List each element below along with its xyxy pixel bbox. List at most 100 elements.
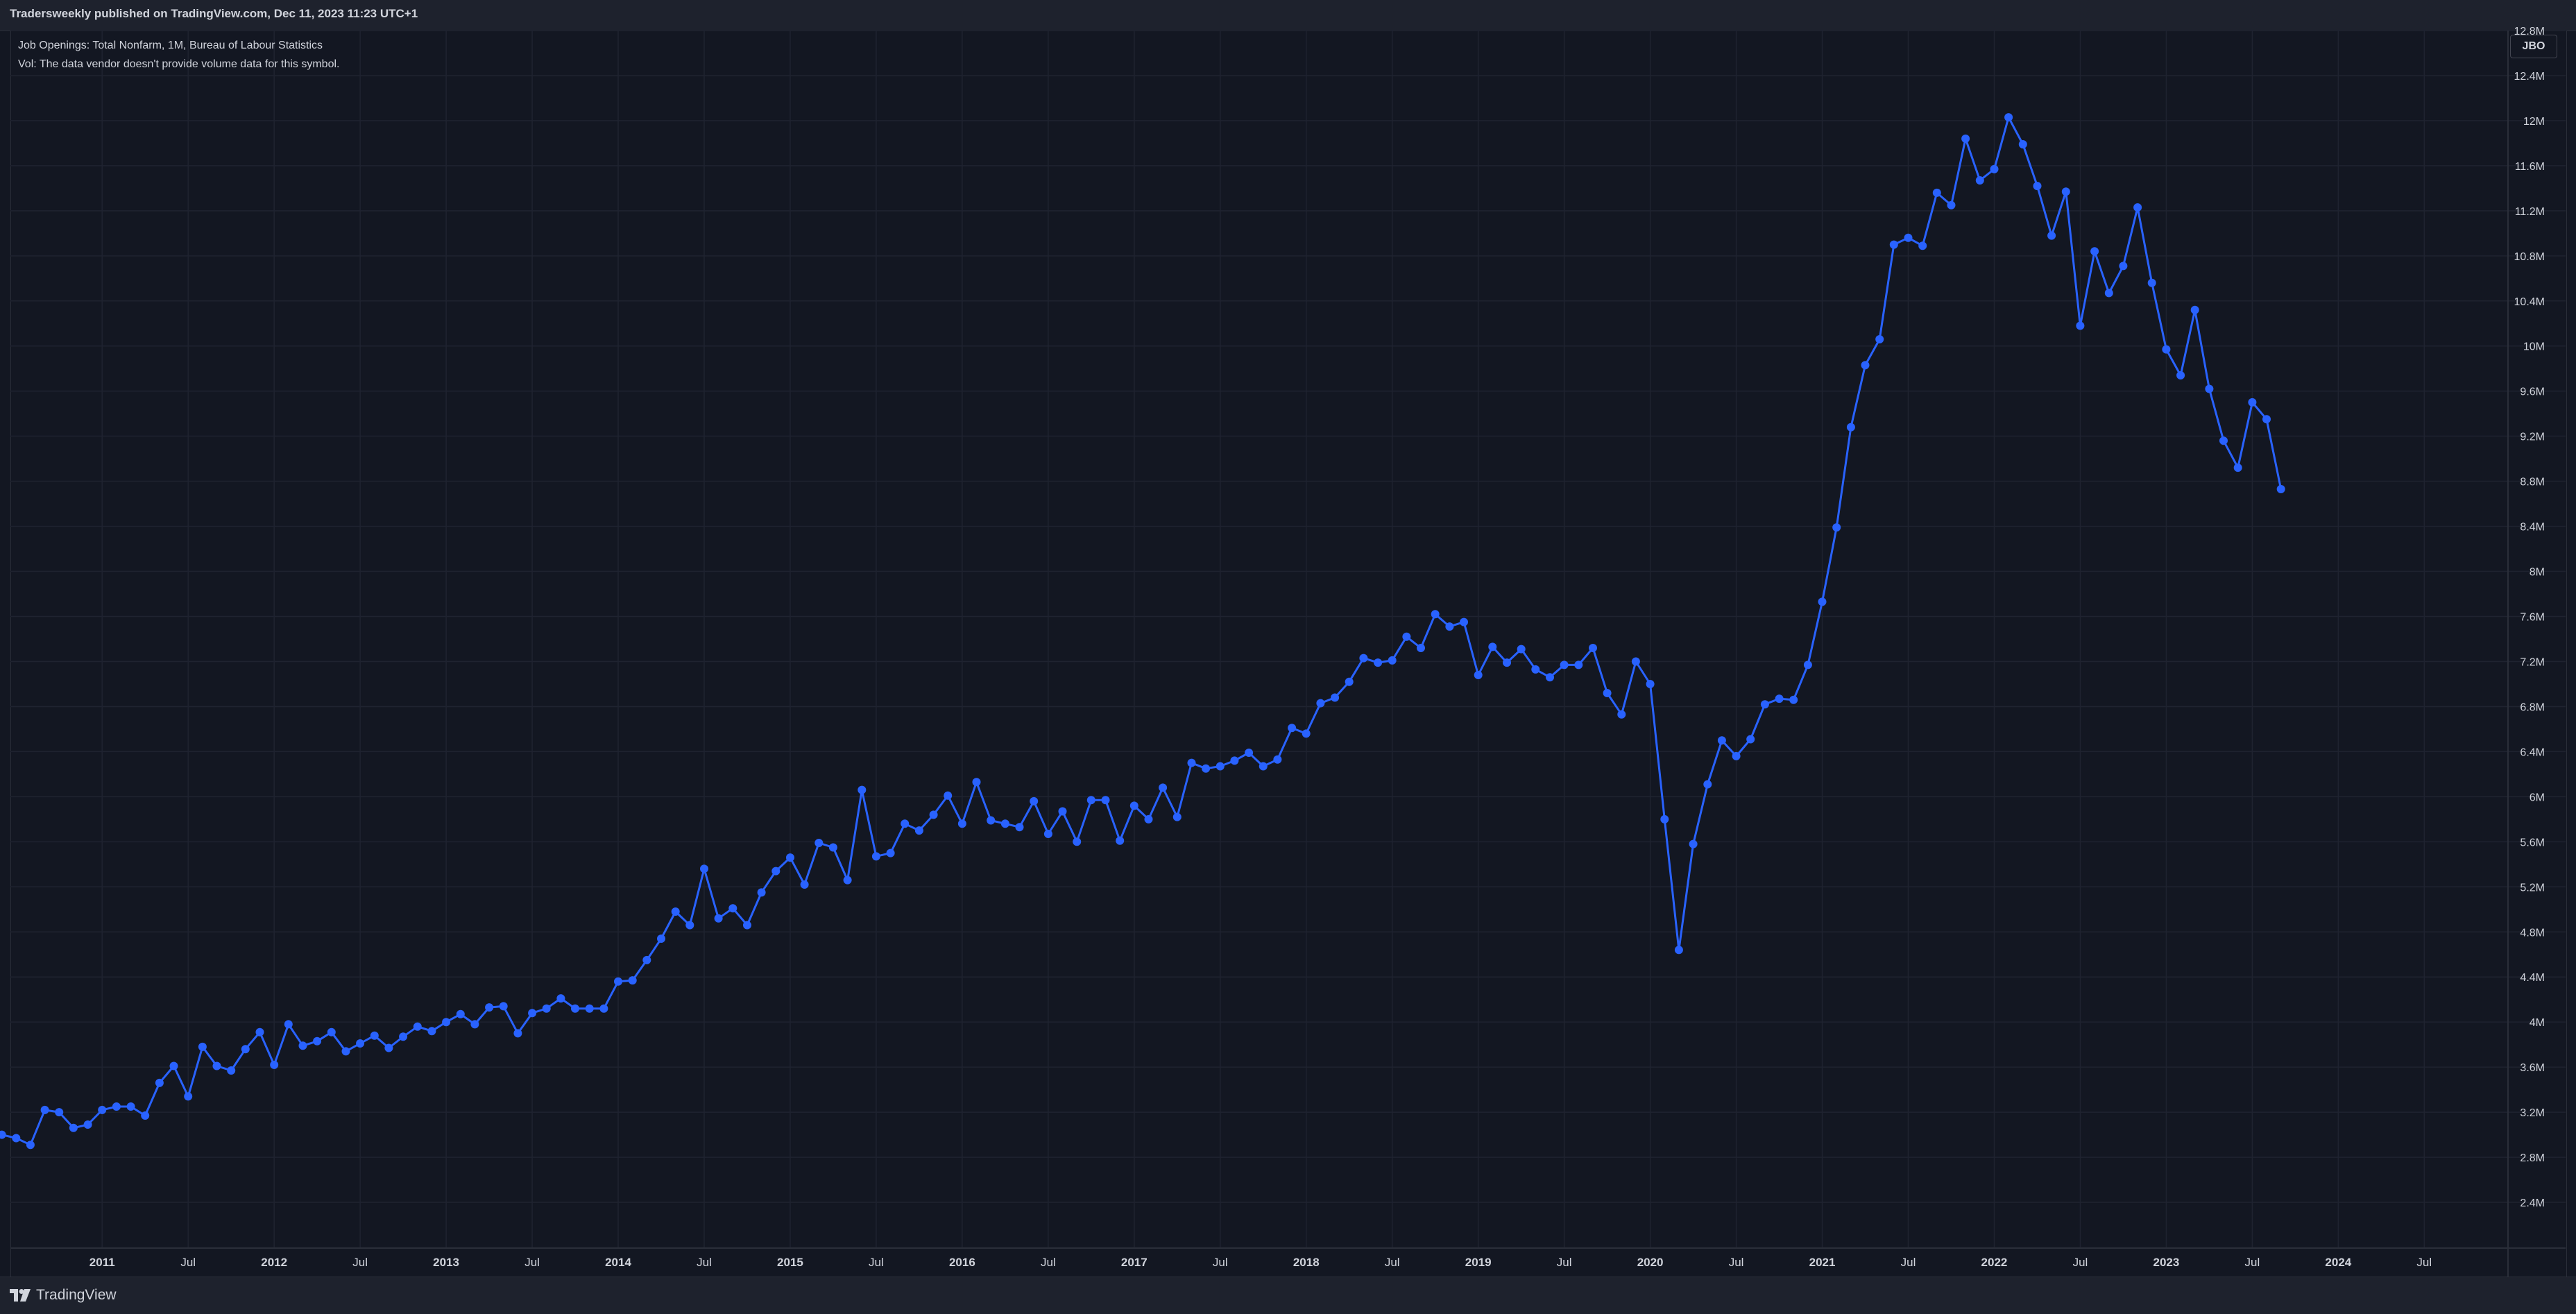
data-point[interactable] <box>2276 485 2285 493</box>
data-point[interactable] <box>255 1027 264 1036</box>
data-point[interactable] <box>685 921 694 930</box>
data-point[interactable] <box>55 1108 64 1117</box>
data-point[interactable] <box>1789 695 1798 704</box>
data-point[interactable] <box>327 1027 336 1036</box>
data-point[interactable] <box>1460 617 1468 626</box>
data-point[interactable] <box>2076 321 2085 330</box>
data-point[interactable] <box>642 955 651 964</box>
data-point[interactable] <box>1316 699 1325 708</box>
data-point[interactable] <box>1646 680 1655 688</box>
data-point[interactable] <box>671 907 680 916</box>
data-point[interactable] <box>1288 724 1297 733</box>
data-point[interactable] <box>1889 240 1898 249</box>
data-point[interactable] <box>1144 814 1153 824</box>
data-point[interactable] <box>1775 694 1784 703</box>
data-point[interactable] <box>1474 671 1483 679</box>
data-point[interactable] <box>270 1060 279 1069</box>
chart[interactable]: 2011 Jul 2012 Jul 2013 Jul 2014 Jul 2015 Jul 2016 J… <box>0 0 2576 1313</box>
data-point[interactable] <box>1101 796 1110 805</box>
data-point[interactable] <box>1517 645 1526 654</box>
data-point[interactable] <box>1030 796 1039 805</box>
data-point[interactable] <box>1746 735 1755 744</box>
data-point[interactable] <box>1086 796 1095 805</box>
data-point[interactable] <box>241 1045 250 1054</box>
data-point[interactable] <box>2104 289 2113 298</box>
data-point[interactable] <box>1947 200 1956 210</box>
data-point[interactable] <box>2061 187 2070 196</box>
data-point[interactable] <box>929 810 938 819</box>
data-point[interactable] <box>1259 762 1268 771</box>
data-point[interactable] <box>98 1105 107 1114</box>
data-point[interactable] <box>1803 660 1812 669</box>
data-point[interactable] <box>528 1009 537 1018</box>
data-point[interactable] <box>1760 700 1769 709</box>
data-point[interactable] <box>542 1004 551 1013</box>
data-point[interactable] <box>2262 415 2271 424</box>
data-point[interactable] <box>198 1042 207 1051</box>
data-point[interactable] <box>1273 755 1282 764</box>
data-point[interactable] <box>1503 658 1511 667</box>
data-point[interactable] <box>2004 113 2013 122</box>
data-point[interactable] <box>2119 262 2128 271</box>
data-point[interactable] <box>298 1041 307 1050</box>
data-point[interactable] <box>914 826 923 835</box>
tradingview-logo[interactable]: TradingView <box>10 1287 117 1304</box>
data-point[interactable] <box>886 848 895 857</box>
data-point[interactable] <box>1187 758 1196 767</box>
data-point[interactable] <box>40 1105 49 1114</box>
data-point[interactable] <box>413 1022 422 1031</box>
data-point[interactable] <box>828 843 837 852</box>
data-point[interactable] <box>556 994 565 1003</box>
data-point[interactable] <box>1732 751 1741 760</box>
data-point[interactable] <box>771 867 781 876</box>
data-point[interactable] <box>1073 837 1082 846</box>
data-point[interactable] <box>1417 644 1425 652</box>
data-point[interactable] <box>155 1078 164 1087</box>
data-point[interactable] <box>1531 665 1540 674</box>
data-point[interactable] <box>2219 436 2228 445</box>
data-point[interactable] <box>1932 188 1941 197</box>
data-point[interactable] <box>1689 839 1698 848</box>
data-point[interactable] <box>399 1032 408 1041</box>
data-point[interactable] <box>1918 241 1927 250</box>
data-point[interactable] <box>1717 736 1726 745</box>
data-point[interactable] <box>987 816 996 825</box>
data-point[interactable] <box>2033 182 2042 191</box>
data-point[interactable] <box>599 1004 608 1013</box>
data-point[interactable] <box>728 904 737 913</box>
data-point[interactable] <box>284 1020 293 1029</box>
data-point[interactable] <box>585 1004 594 1013</box>
data-point[interactable] <box>871 852 880 861</box>
data-point[interactable] <box>0 1130 6 1139</box>
data-point[interactable] <box>1990 164 1999 173</box>
data-point[interactable] <box>1058 807 1067 816</box>
data-point[interactable] <box>1015 823 1024 832</box>
data-point[interactable] <box>2233 463 2242 472</box>
data-point[interactable] <box>1000 819 1009 828</box>
data-point[interactable] <box>1961 134 1970 143</box>
data-point[interactable] <box>112 1102 121 1111</box>
data-point[interactable] <box>1230 756 1239 765</box>
data-point[interactable] <box>1202 764 1211 773</box>
data-point[interactable] <box>2190 305 2199 314</box>
data-point[interactable] <box>1617 710 1626 719</box>
data-point[interactable] <box>2248 398 2257 407</box>
data-point[interactable] <box>341 1047 350 1056</box>
data-point[interactable] <box>1159 783 1168 792</box>
data-point[interactable] <box>657 935 665 943</box>
data-point[interactable] <box>126 1102 135 1111</box>
data-point[interactable] <box>485 1003 494 1012</box>
data-point[interactable] <box>2205 384 2214 393</box>
data-point[interactable] <box>313 1036 322 1046</box>
data-point[interactable] <box>1832 523 1841 532</box>
data-point[interactable] <box>1818 597 1827 606</box>
data-point[interactable] <box>743 921 751 930</box>
data-point[interactable] <box>858 785 867 794</box>
data-point[interactable] <box>843 876 852 885</box>
data-point[interactable] <box>2090 247 2099 256</box>
data-point[interactable] <box>370 1031 379 1040</box>
data-point[interactable] <box>1374 658 1383 667</box>
data-point[interactable] <box>1674 946 1683 955</box>
data-point[interactable] <box>972 778 981 787</box>
data-point[interactable] <box>1574 660 1583 669</box>
